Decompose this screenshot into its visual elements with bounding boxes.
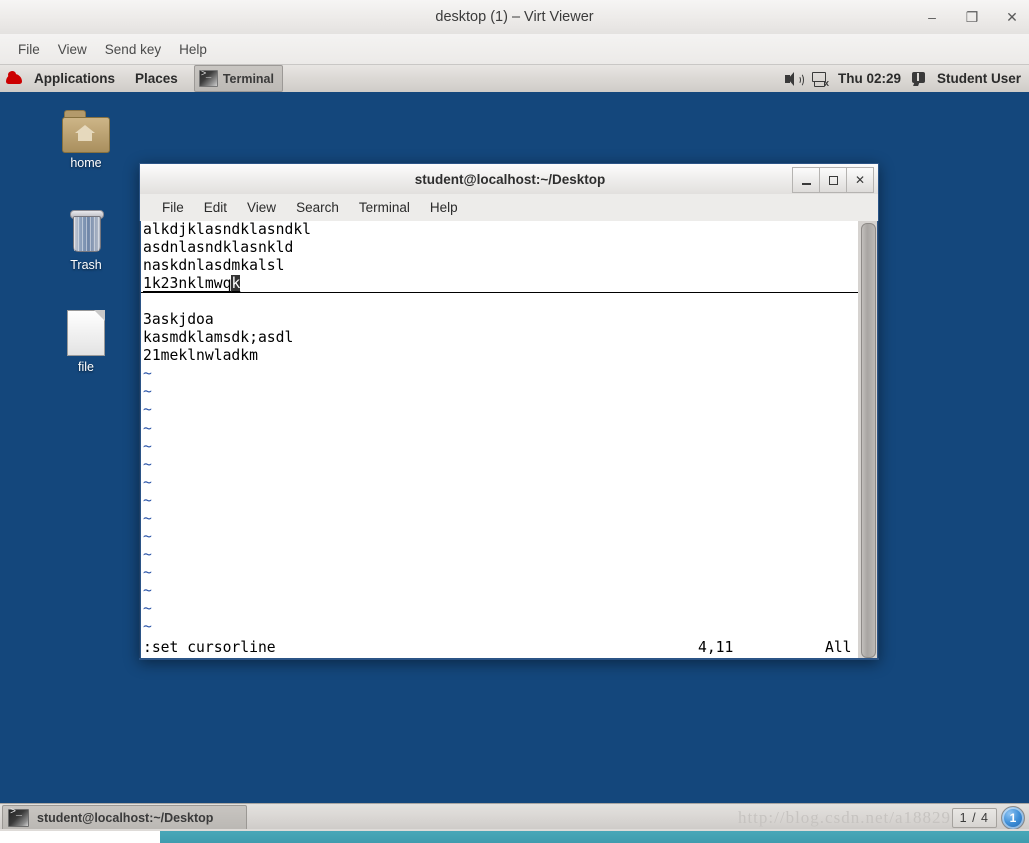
terminal-window-controls: ✕ — [792, 167, 874, 193]
vim-line: ~ — [143, 545, 152, 563]
terminal-scrollbar-thumb[interactable] — [861, 223, 876, 658]
panel-window-terminal[interactable]: Terminal — [193, 65, 283, 92]
terminal-icon — [8, 807, 29, 827]
vim-status-line: :set cursorline 4,11 All — [141, 638, 858, 658]
volume-waves — [796, 72, 804, 87]
terminal-maximize-button[interactable] — [819, 167, 847, 193]
vim-line: ~ — [143, 419, 152, 437]
volume-icon[interactable] — [784, 70, 804, 88]
vim-line: ~ — [143, 437, 152, 455]
desktop-icon-file-label: file — [78, 360, 94, 374]
vim-line: 21meklnwladkm — [143, 347, 258, 365]
vim-line: ~ — [143, 563, 152, 581]
terminal-menu-view[interactable]: View — [237, 198, 286, 217]
user-name[interactable]: Student User — [937, 71, 1021, 86]
applications-menu[interactable]: Applications — [24, 65, 125, 92]
places-menu[interactable]: Places — [125, 65, 188, 92]
virt-viewer-window-controls: ‒ ❐ ✕ — [923, 0, 1021, 34]
vim-line: ~ — [143, 618, 152, 636]
desktop-icon-trash[interactable]: Trash — [40, 210, 132, 272]
terminal-menubar: File Edit View Search Terminal Help — [139, 194, 879, 221]
vim-scroll-indicator: All — [825, 639, 852, 656]
gnome-top-panel: Applications Places Terminal x Thu 02:29… — [0, 65, 1029, 93]
user-icon-glyph — [916, 72, 920, 81]
close-icon[interactable]: ✕ — [1003, 8, 1021, 26]
vim-buffer[interactable]: alkdjklasndklasndkl asdnlasndklasnkld nask… — [141, 221, 858, 658]
panel-left-group: Applications Places Terminal — [0, 65, 283, 92]
vim-cursor-line: 1k23nklmwqk — [141, 275, 858, 294]
network-disconnected-icon[interactable]: x — [811, 70, 829, 88]
terminal-icon — [198, 69, 218, 87]
file-icon — [67, 310, 105, 356]
taskbar-right-group: 1 / 4 1 — [951, 806, 1029, 830]
virt-viewer-title: desktop (1) – Virt Viewer — [435, 9, 594, 25]
virt-viewer-menubar: File View Send key Help — [0, 34, 1029, 65]
bottom-strip-teal — [160, 831, 1029, 843]
menu-view[interactable]: View — [49, 40, 96, 59]
terminal-scrollbar[interactable] — [858, 221, 878, 658]
terminal-menu-edit[interactable]: Edit — [194, 198, 237, 217]
vim-line: ~ — [143, 383, 152, 401]
vim-line: asdnlasndklasnkld — [143, 239, 294, 257]
minimize-icon[interactable]: ‒ — [923, 8, 941, 26]
menu-send-key[interactable]: Send key — [96, 40, 170, 59]
vim-line — [141, 293, 858, 311]
taskbar-window-label: student@localhost:~/Desktop — [37, 811, 214, 825]
desktop-icon-trash-label: Trash — [70, 258, 102, 272]
vim-command-text: :set cursorline — [143, 639, 276, 656]
vim-line: ~ — [143, 365, 152, 383]
bottom-taskbar: student@localhost:~/Desktop 1 / 4 1 — [0, 803, 1029, 832]
vim-line: ~ — [143, 401, 152, 419]
terminal-close-button[interactable]: ✕ — [846, 167, 874, 193]
notification-badge[interactable]: 1 — [1001, 806, 1025, 830]
terminal-menu-search[interactable]: Search — [286, 198, 349, 217]
desktop-icon-home-label: home — [70, 156, 102, 170]
terminal-titlebar[interactable]: student@localhost:~/Desktop ✕ — [139, 163, 879, 194]
vim-line: ~ — [143, 599, 152, 617]
desktop-icon-file[interactable]: file — [40, 310, 132, 374]
menu-file[interactable]: File — [9, 40, 49, 59]
user-message-icon[interactable] — [910, 70, 928, 88]
panel-window-label: Terminal — [222, 71, 274, 86]
terminal-title: student@localhost:~/Desktop — [414, 172, 606, 187]
menu-help[interactable]: Help — [170, 40, 216, 59]
vim-line: 3askjdoa — [143, 311, 214, 329]
terminal-menu-terminal[interactable]: Terminal — [349, 198, 420, 217]
virt-viewer-titlebar: desktop (1) – Virt Viewer ‒ ❐ ✕ — [0, 0, 1029, 35]
desktop-icon-home[interactable]: home — [40, 110, 132, 170]
taskbar-window-terminal[interactable]: student@localhost:~/Desktop — [2, 805, 247, 831]
terminal-screen[interactable]: alkdjklasndklasndkl asdnlasndklasnkld nask… — [140, 221, 858, 658]
vim-line: ~ — [143, 473, 152, 491]
vim-line: ~ — [143, 455, 152, 473]
vim-line: ~ — [143, 581, 152, 599]
terminal-window-bottom-edge — [139, 658, 879, 660]
terminal-window[interactable]: student@localhost:~/Desktop ✕ File Edit … — [139, 163, 879, 660]
screen: desktop (1) – Virt Viewer ‒ ❐ ✕ File Vie… — [0, 0, 1029, 843]
vim-line: ~ — [143, 491, 152, 509]
vim-line: ~ — [143, 527, 152, 545]
system-tray: x Thu 02:29 Student User — [784, 70, 1029, 88]
clock[interactable]: Thu 02:29 — [838, 71, 901, 86]
workspace-switcher[interactable]: 1 / 4 — [951, 808, 997, 828]
bottom-strip-white — [0, 831, 160, 843]
home-folder-icon — [62, 110, 110, 153]
vim-line: naskdnlasdmkalsl — [143, 257, 285, 275]
vim-line: kasmdklamsdk;asdl — [143, 329, 294, 347]
vim-line: alkdjklasndklasndkl — [143, 221, 312, 238]
vim-cursor-position: 4,11 — [698, 639, 734, 656]
terminal-minimize-button[interactable] — [792, 167, 820, 193]
terminal-menu-help[interactable]: Help — [420, 198, 468, 217]
maximize-icon[interactable]: ❐ — [963, 8, 981, 26]
vim-line: ~ — [143, 509, 152, 527]
terminal-menu-file[interactable]: File — [152, 198, 194, 217]
vim-block-cursor: k — [231, 275, 241, 293]
trash-icon — [62, 210, 110, 254]
network-x-mark: x — [823, 77, 829, 88]
vim-line-text: 1k23nklmwq — [143, 275, 232, 293]
redhat-logo-icon — [6, 70, 23, 87]
